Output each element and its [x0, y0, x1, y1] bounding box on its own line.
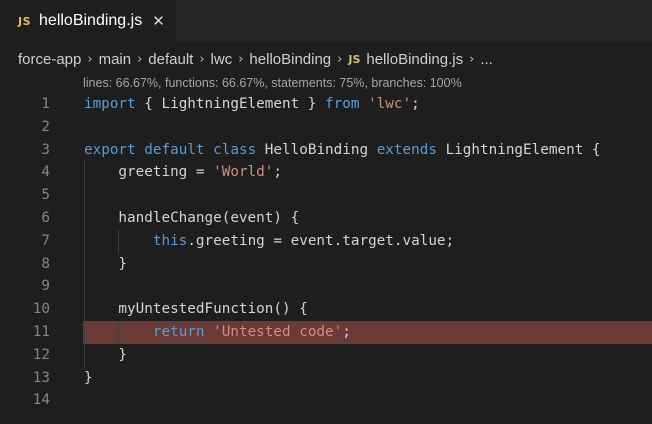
- code-keyword: return: [152, 323, 205, 340]
- line-number: 11: [32, 323, 50, 340]
- code-line[interactable]: 3 export default class HelloBinding exten…: [0, 139, 652, 162]
- code-text: greeting = 'World';: [84, 161, 282, 184]
- code-text: import { LightningElement } from 'lwc';: [84, 93, 420, 116]
- indent-guide: [84, 184, 85, 207]
- code-token: }: [84, 346, 128, 363]
- code-text: }: [84, 253, 127, 276]
- code-line[interactable]: 7 this.greeting = event.target.value;: [0, 229, 652, 253]
- line-number: 12: [32, 346, 50, 363]
- code-line[interactable]: 13}: [0, 367, 652, 390]
- code-token: }: [84, 255, 128, 272]
- code-line[interactable]: 8 }: [0, 252, 652, 276]
- code-token: ;: [411, 96, 420, 112]
- code-string: 'Untested code': [213, 323, 343, 340]
- code-token: greeting =: [84, 164, 214, 181]
- code-token: ;: [273, 164, 282, 181]
- code-line[interactable]: 4 greeting = 'World';: [0, 161, 652, 185]
- code-keyword: import: [84, 96, 136, 112]
- code-keyword: default: [144, 141, 205, 158]
- code-token: myUntestedFunction() {: [84, 301, 308, 318]
- code-token: ;: [342, 323, 351, 340]
- code-keyword: export: [84, 141, 136, 158]
- code-line[interactable]: 10 myUntestedFunction() {: [0, 298, 652, 321]
- javascript-file-icon: JS: [348, 52, 361, 66]
- code-editor[interactable]: 1 import { LightningElement } from 'lwc';…: [0, 93, 652, 412]
- breadcrumb-lwc[interactable]: lwc: [211, 51, 233, 68]
- code-line[interactable]: 1 import { LightningElement } from 'lwc';: [0, 93, 652, 116]
- breadcrumb-more[interactable]: ...: [480, 51, 493, 68]
- code-line[interactable]: 5: [0, 184, 652, 207]
- line-number: 4: [41, 164, 50, 181]
- line-number: 3: [41, 141, 50, 158]
- code-token: HelloBinding: [256, 141, 377, 158]
- line-number: 1: [41, 96, 50, 112]
- code-token: handleChange(event) {: [84, 209, 300, 226]
- code-keyword: extends: [376, 141, 437, 158]
- code-text: myUntestedFunction() {: [84, 298, 308, 321]
- javascript-file-icon: JS: [18, 14, 32, 28]
- line-number: 10: [32, 301, 50, 318]
- code-keyword: class: [213, 141, 257, 158]
- breadcrumb-default[interactable]: default: [148, 51, 193, 68]
- tab-bar: JS helloBinding.js ✕: [0, 0, 652, 42]
- breadcrumb-main[interactable]: main: [99, 51, 132, 68]
- code-keyword: from: [325, 96, 360, 112]
- code-line[interactable]: 9: [0, 275, 652, 299]
- code-text: export default class HelloBinding extend…: [84, 139, 601, 162]
- chevron-right-icon: ›: [337, 51, 343, 67]
- coverage-summary: lines: 66.67%, functions: 66.67%, statem…: [83, 76, 462, 90]
- line-number: 8: [41, 255, 50, 272]
- line-number: 9: [41, 278, 50, 295]
- code-text: handleChange(event) {: [84, 207, 299, 230]
- chevron-right-icon: ›: [87, 51, 93, 67]
- code-line[interactable]: 6 handleChange(event) {: [0, 206, 652, 230]
- line-number: 13: [32, 369, 50, 386]
- breadcrumb-force-app[interactable]: force-app: [18, 51, 81, 68]
- code-text: return 'Untested code';: [84, 321, 351, 344]
- code-string: 'lwc': [368, 96, 412, 112]
- code-line[interactable]: 14: [0, 389, 652, 412]
- chevron-right-icon: ›: [469, 51, 475, 67]
- code-keyword: this: [152, 232, 188, 249]
- line-number: 7: [41, 232, 50, 249]
- code-token: { LightningElement }: [135, 96, 326, 112]
- code-token: LightningElement {: [436, 141, 601, 158]
- line-number: 2: [41, 118, 50, 135]
- breadcrumb-hellobinding[interactable]: helloBinding: [249, 51, 331, 68]
- code-text: this.greeting = event.target.value;: [84, 230, 454, 253]
- code-text: }: [84, 344, 127, 367]
- close-icon[interactable]: ✕: [152, 12, 165, 30]
- breadcrumb: force-app › main › default › lwc › hello…: [18, 47, 493, 71]
- breadcrumb-file[interactable]: helloBinding.js: [366, 51, 463, 68]
- chevron-right-icon: ›: [137, 51, 143, 67]
- code-token: .greeting = event.target.value;: [187, 232, 455, 249]
- line-number: 6: [41, 209, 50, 226]
- code-string: 'World': [213, 164, 274, 181]
- indent-guide: [84, 275, 85, 299]
- code-line[interactable]: 2: [0, 116, 652, 139]
- line-number: 5: [41, 187, 50, 204]
- tab-hellobinding-js[interactable]: JS helloBinding.js ✕: [0, 0, 176, 42]
- code-line[interactable]: 12 }: [0, 343, 652, 367]
- code-token: }: [84, 369, 93, 386]
- chevron-right-icon: ›: [199, 51, 205, 67]
- code-text: }: [84, 367, 93, 390]
- tab-title: helloBinding.js: [39, 12, 143, 29]
- code-line-uncovered[interactable]: 11 return 'Untested code';: [0, 320, 652, 344]
- chevron-right-icon: ›: [238, 51, 244, 67]
- line-number: 14: [32, 392, 50, 409]
